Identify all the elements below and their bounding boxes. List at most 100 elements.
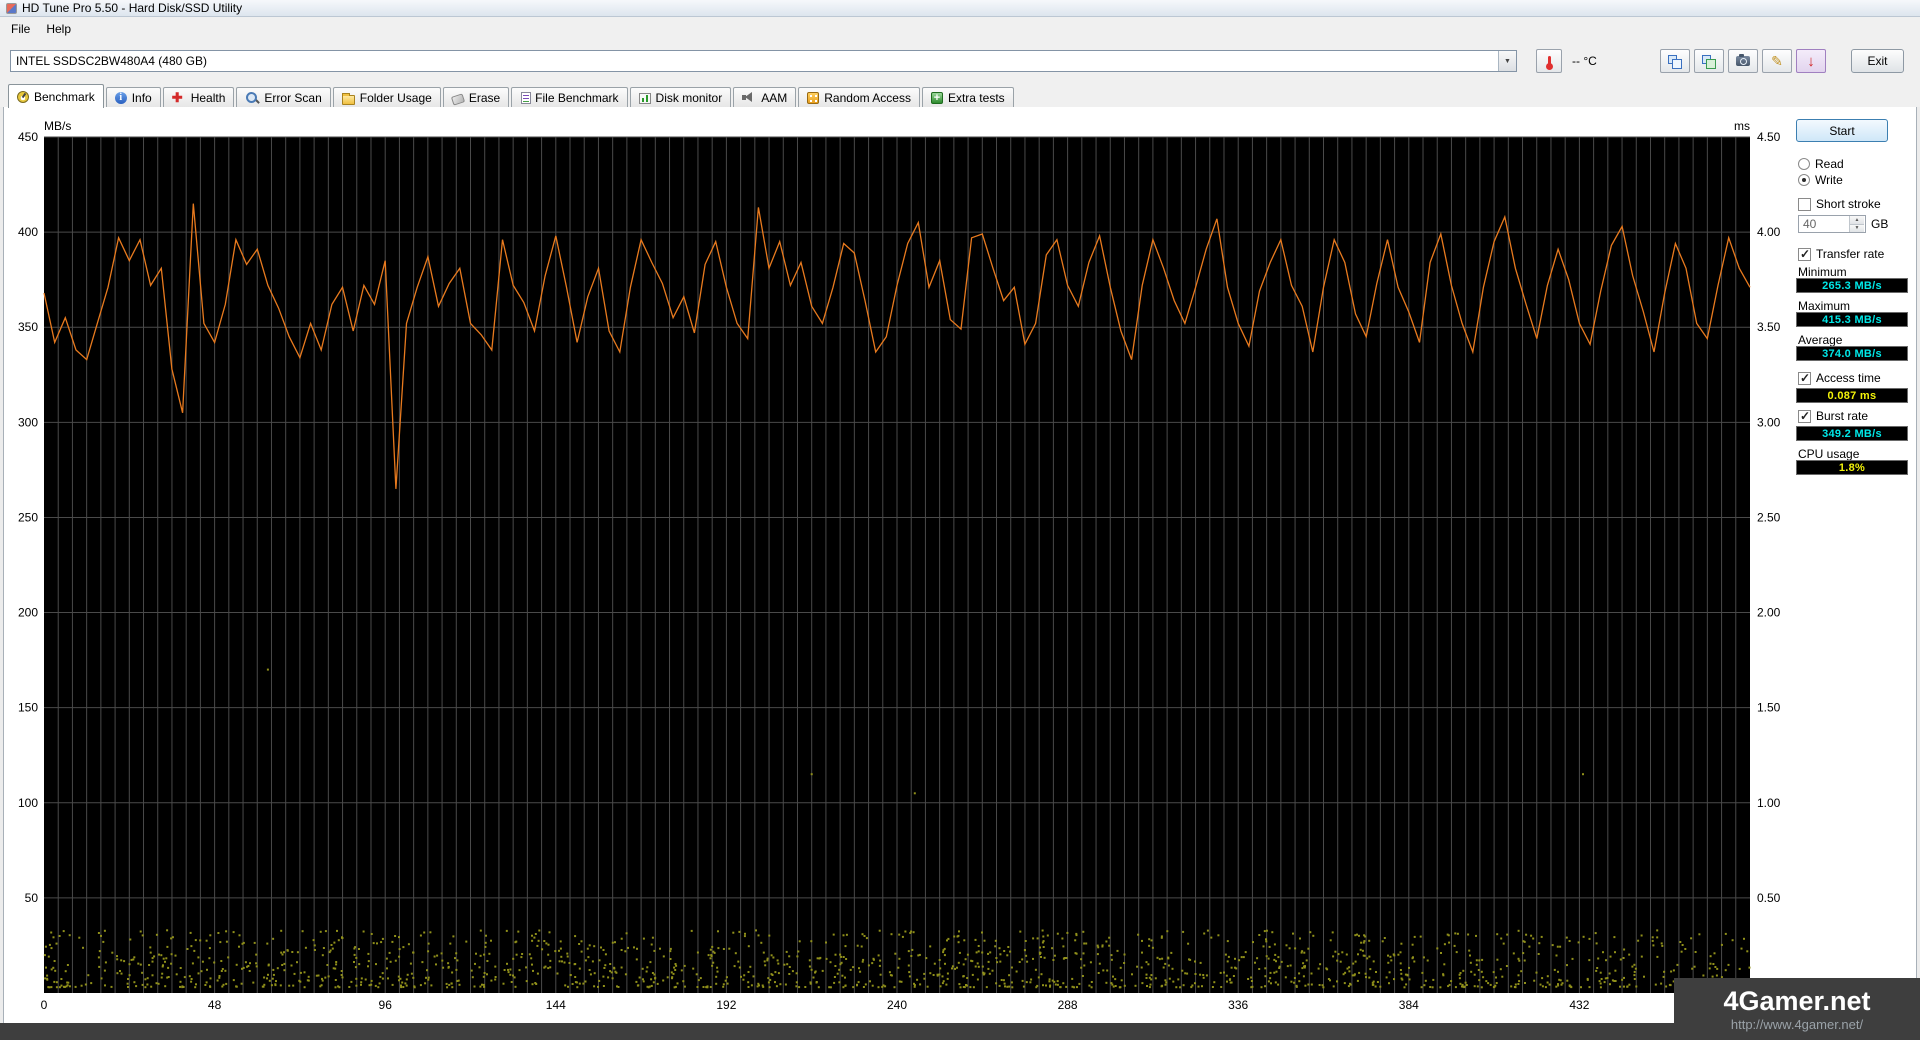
svg-text:ms: ms [1734, 119, 1750, 133]
svg-text:350: 350 [18, 320, 38, 334]
svg-text:3.00: 3.00 [1757, 415, 1781, 429]
access-time-checkbox[interactable] [1798, 371, 1811, 385]
watermark-brand: 4Gamer.net [1723, 985, 1871, 1016]
svg-text:144: 144 [546, 998, 566, 1012]
svg-text:192: 192 [716, 998, 736, 1012]
transfer-rate-row[interactable]: Transfer rate [1798, 247, 1884, 261]
download-button[interactable]: ↓ [1796, 49, 1826, 73]
svg-text:4.00: 4.00 [1757, 225, 1781, 239]
svg-text:4.50: 4.50 [1757, 130, 1781, 144]
extra-tests-icon [930, 91, 943, 105]
write-radio[interactable] [1798, 174, 1810, 186]
toolbar: INTEL SSDSC2BW480A4 (480 GB) ▼ -- °C ✎ ↓… [0, 40, 1920, 82]
tab-label: Health [190, 90, 226, 105]
drive-select-combobox[interactable]: INTEL SSDSC2BW480A4 (480 GB) ▼ [10, 50, 1517, 72]
start-button[interactable]: Start [1796, 119, 1888, 142]
tab-aam[interactable]: AAM [733, 87, 797, 107]
svg-text:1.00: 1.00 [1757, 796, 1781, 810]
minimum-value: 265.3 MB/s [1796, 278, 1908, 293]
svg-text:336: 336 [1228, 998, 1248, 1012]
watermark: 4Gamer.net http://www.4gamer.net/ [1674, 978, 1920, 1040]
svg-text:200: 200 [18, 606, 38, 620]
copy-image-button[interactable] [1694, 49, 1724, 73]
burst-rate-row[interactable]: Burst rate [1798, 409, 1868, 423]
svg-text:240: 240 [887, 998, 907, 1012]
save-button[interactable]: ✎ [1762, 49, 1792, 73]
spinner-up-button[interactable]: ▲ [1850, 216, 1864, 225]
svg-text:96: 96 [379, 998, 393, 1012]
copy-text-button[interactable] [1660, 49, 1690, 73]
tab-benchmark[interactable]: Benchmark [8, 84, 104, 108]
average-value: 374.0 MB/s [1796, 346, 1908, 361]
health-icon [172, 91, 186, 104]
tab-error-scan[interactable]: Error Scan [236, 87, 331, 107]
short-stroke-size-row: ▲ ▼ GB [1798, 215, 1888, 233]
screenshot-button[interactable] [1728, 49, 1758, 73]
access-time-label: Access time [1816, 371, 1881, 385]
svg-text:400: 400 [18, 225, 38, 239]
disk-monitor-icon [638, 93, 651, 104]
short-stroke-size-input[interactable] [1799, 216, 1849, 232]
bottom-strip [0, 1023, 1920, 1040]
thermometer-icon [1545, 55, 1553, 70]
svg-text:2.50: 2.50 [1757, 510, 1781, 524]
exit-label: Exit [1867, 54, 1888, 68]
write-radio-row[interactable]: Write [1798, 173, 1843, 187]
svg-text:384: 384 [1399, 998, 1419, 1012]
spinner-down-button[interactable]: ▼ [1850, 224, 1864, 232]
svg-text:MB/s: MB/s [44, 119, 71, 133]
menu-file[interactable]: File [3, 19, 38, 39]
folder-usage-icon [341, 92, 355, 105]
read-radio-row[interactable]: Read [1798, 157, 1844, 171]
tab-info[interactable]: Info [105, 87, 161, 107]
burst-rate-value: 349.2 MB/s [1796, 426, 1908, 441]
minimum-label: Minimum [1798, 265, 1847, 279]
start-label: Start [1829, 123, 1855, 138]
drive-select-value: INTEL SSDSC2BW480A4 (480 GB) [16, 54, 207, 68]
exit-button[interactable]: Exit [1851, 49, 1904, 73]
tab-label: Benchmark [34, 89, 95, 104]
error-scan-icon [245, 91, 259, 104]
svg-text:100: 100 [18, 796, 38, 810]
svg-text:0.50: 0.50 [1757, 891, 1781, 905]
access-time-row[interactable]: Access time [1798, 371, 1881, 385]
menu-help[interactable]: Help [38, 19, 79, 39]
copy-text-icon [1667, 55, 1682, 69]
short-stroke-checkbox[interactable] [1798, 197, 1811, 211]
tab-random-access[interactable]: Random Access [798, 87, 920, 107]
tab-disk-monitor[interactable]: Disk monitor [629, 87, 732, 107]
access-time-value: 0.087 ms [1796, 388, 1908, 403]
tab-label: Folder Usage [359, 90, 432, 105]
camera-icon [1736, 54, 1750, 66]
info-icon [114, 91, 127, 104]
tab-label: Extra tests [947, 90, 1005, 105]
average-label: Average [1798, 333, 1843, 347]
maximum-value: 415.3 MB/s [1796, 312, 1908, 327]
chevron-down-icon[interactable]: ▼ [1498, 51, 1516, 71]
tab-label: AAM [761, 90, 788, 105]
tab-file-benchmark[interactable]: File Benchmark [511, 87, 628, 107]
tab-label: Random Access [824, 90, 911, 105]
transfer-rate-checkbox[interactable] [1798, 247, 1811, 261]
tab-folder-usage[interactable]: Folder Usage [332, 87, 441, 107]
svg-text:300: 300 [18, 415, 38, 429]
svg-text:250: 250 [18, 510, 38, 524]
transfer-rate-label: Transfer rate [1816, 247, 1885, 261]
tab-erase[interactable]: Erase [442, 87, 510, 107]
spinner: ▲ ▼ [1849, 216, 1864, 232]
benchmark-icon [17, 90, 29, 103]
write-radio-label: Write [1815, 173, 1843, 187]
short-stroke-size-field[interactable]: ▲ ▼ [1798, 215, 1866, 233]
file-benchmark-icon [521, 91, 532, 104]
svg-text:3.50: 3.50 [1757, 320, 1781, 334]
tab-health[interactable]: Health [162, 87, 235, 107]
short-stroke-row[interactable]: Short stroke [1798, 197, 1881, 211]
titlebar: HD Tune Pro 5.50 - Hard Disk/SSD Utility [0, 0, 1920, 17]
svg-text:48: 48 [208, 998, 222, 1012]
tab-label: Disk monitor [655, 90, 723, 105]
temperature-button[interactable] [1536, 49, 1562, 73]
read-radio[interactable] [1798, 158, 1810, 170]
tab-extra-tests[interactable]: Extra tests [921, 87, 1014, 107]
tab-label: Error Scan [264, 90, 322, 105]
burst-rate-checkbox[interactable] [1798, 409, 1811, 423]
